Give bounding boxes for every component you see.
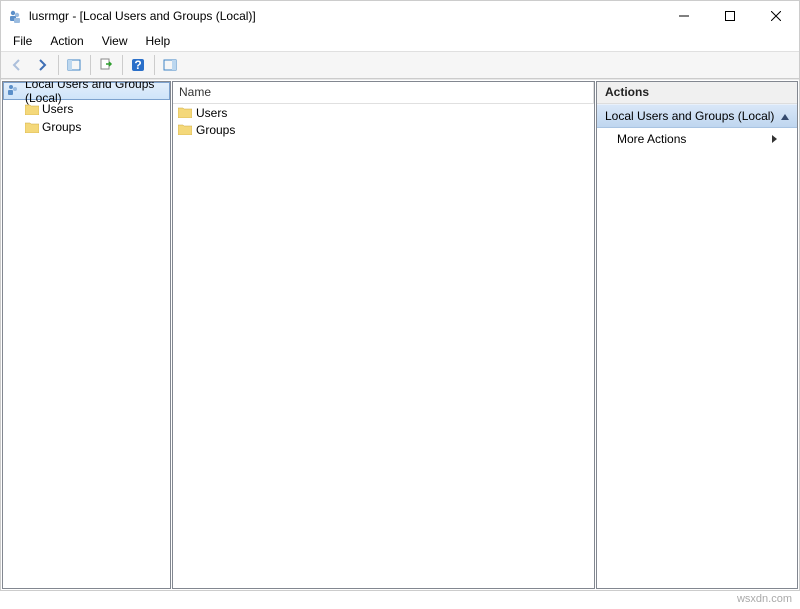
menu-bar: File Action View Help — [1, 31, 799, 51]
maximize-button[interactable] — [707, 1, 753, 31]
actions-more-actions[interactable]: More Actions — [597, 128, 797, 150]
toolbar-separator — [58, 55, 59, 75]
show-hide-action-pane-button[interactable] — [158, 53, 182, 77]
list-header: Name — [173, 82, 594, 104]
column-header-name[interactable]: Name — [173, 82, 594, 103]
menu-file[interactable]: File — [5, 32, 40, 50]
snapin-icon — [6, 83, 22, 100]
window-title: lusrmgr - [Local Users and Groups (Local… — [29, 9, 661, 23]
folder-icon — [25, 104, 39, 115]
actions-section-header[interactable]: Local Users and Groups (Local) — [597, 104, 797, 128]
back-button — [5, 53, 29, 77]
minimize-button[interactable] — [661, 1, 707, 31]
tree-item-label: Users — [42, 102, 73, 116]
menu-action[interactable]: Action — [42, 32, 91, 50]
show-hide-tree-button[interactable] — [62, 53, 86, 77]
actions-pane-title: Actions — [597, 82, 797, 104]
export-list-button[interactable] — [94, 53, 118, 77]
actions-pane: Actions Local Users and Groups (Local) M… — [596, 81, 798, 589]
list-body: Users Groups — [173, 104, 594, 588]
list-pane[interactable]: Name Users Groups — [172, 81, 595, 589]
title-bar: lusrmgr - [Local Users and Groups (Local… — [1, 1, 799, 31]
menu-view[interactable]: View — [94, 32, 136, 50]
folder-icon — [178, 124, 192, 135]
menu-help[interactable]: Help — [138, 32, 179, 50]
svg-text:?: ? — [134, 58, 141, 72]
list-item-groups[interactable]: Groups — [173, 121, 594, 138]
app-icon — [7, 8, 23, 24]
toolbar: ? — [1, 51, 799, 79]
help-button[interactable]: ? — [126, 53, 150, 77]
toolbar-separator — [90, 55, 91, 75]
watermark: wsxdn.com — [737, 593, 792, 605]
tree-item-groups[interactable]: Groups — [3, 118, 170, 136]
tree-pane[interactable]: Local Users and Groups (Local) Users Gro… — [2, 81, 171, 589]
folder-icon — [25, 122, 39, 133]
app-window: lusrmgr - [Local Users and Groups (Local… — [0, 0, 800, 591]
collapse-icon — [781, 109, 789, 123]
tree-root-local-users-groups[interactable]: Local Users and Groups (Local) — [3, 82, 170, 100]
submenu-arrow-icon — [772, 132, 777, 146]
close-button[interactable] — [753, 1, 799, 31]
tree-item-label: Groups — [42, 120, 81, 134]
forward-button[interactable] — [30, 53, 54, 77]
more-actions-label: More Actions — [617, 132, 686, 146]
list-item-label: Groups — [196, 123, 235, 137]
window-controls — [661, 1, 799, 31]
content-area: Local Users and Groups (Local) Users Gro… — [1, 79, 799, 590]
toolbar-separator — [154, 55, 155, 75]
folder-icon — [178, 107, 192, 118]
actions-section-label: Local Users and Groups (Local) — [605, 109, 774, 123]
toolbar-separator — [122, 55, 123, 75]
list-item-label: Users — [196, 106, 227, 120]
list-item-users[interactable]: Users — [173, 104, 594, 121]
